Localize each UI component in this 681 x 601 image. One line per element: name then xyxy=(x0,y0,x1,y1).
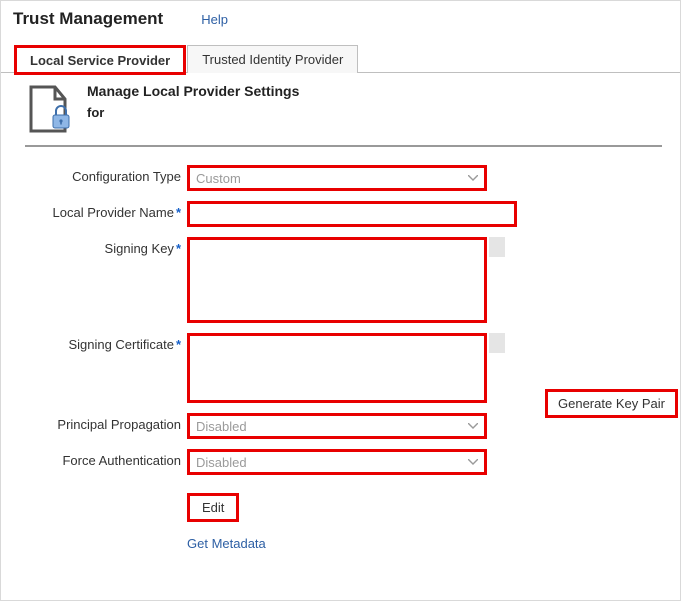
chevron-down-icon xyxy=(468,459,478,465)
label-local-provider-name: Local Provider Name* xyxy=(25,201,187,220)
trust-management-page: Trust Management Help Local Service Prov… xyxy=(0,0,681,601)
row-local-provider-name: Local Provider Name* xyxy=(25,201,662,227)
required-marker: * xyxy=(176,205,181,220)
chevron-down-icon xyxy=(468,423,478,429)
principal-propagation-select[interactable]: Disabled xyxy=(187,413,487,439)
tab-local-service-provider[interactable]: Local Service Provider xyxy=(15,46,185,74)
select-value: Custom xyxy=(196,171,241,186)
page-header: Trust Management Help xyxy=(1,1,680,43)
form-actions: Edit Get Metadata xyxy=(187,493,662,551)
scrollbar-stub xyxy=(489,333,505,353)
section-divider xyxy=(25,145,662,147)
tab-trusted-identity-provider[interactable]: Trusted Identity Provider xyxy=(187,45,358,73)
section-title: Manage Local Provider Settings xyxy=(87,83,299,99)
select-value: Disabled xyxy=(196,419,247,434)
signing-certificate-textarea[interactable] xyxy=(187,333,487,403)
label-configuration-type: Configuration Type xyxy=(25,165,187,184)
required-marker: * xyxy=(176,241,181,256)
row-signing-key: Signing Key* xyxy=(25,237,662,323)
row-configuration-type: Configuration Type Custom xyxy=(25,165,662,191)
edit-button[interactable]: Edit xyxy=(187,493,239,522)
select-value: Disabled xyxy=(196,455,247,470)
configuration-type-select[interactable]: Custom xyxy=(187,165,487,191)
label-signing-certificate: Signing Certificate* xyxy=(25,333,187,352)
required-marker: * xyxy=(176,337,181,352)
help-link[interactable]: Help xyxy=(201,12,228,27)
section-header: Manage Local Provider Settings for xyxy=(25,83,662,135)
chevron-down-icon xyxy=(468,175,478,181)
generate-key-pair-button[interactable]: Generate Key Pair xyxy=(545,389,678,418)
get-metadata-link[interactable]: Get Metadata xyxy=(187,536,662,551)
page-title: Trust Management xyxy=(13,9,163,29)
tab-label: Trusted Identity Provider xyxy=(202,52,343,67)
section-subtitle: for xyxy=(87,105,299,120)
scrollbar-stub xyxy=(489,237,505,257)
section-titles: Manage Local Provider Settings for xyxy=(87,83,299,120)
tab-label: Local Service Provider xyxy=(30,53,170,68)
signing-key-textarea[interactable] xyxy=(187,237,487,323)
label-principal-propagation: Principal Propagation xyxy=(25,413,187,432)
tab-bar: Local Service Provider Trusted Identity … xyxy=(1,43,680,73)
label-force-authentication: Force Authentication xyxy=(25,449,187,468)
row-force-authentication: Force Authentication Disabled xyxy=(25,449,662,475)
tab-content: Manage Local Provider Settings for Confi… xyxy=(1,73,680,551)
document-lock-icon xyxy=(25,83,73,135)
row-signing-certificate: Signing Certificate* Generate Key Pair xyxy=(25,333,662,403)
force-authentication-select[interactable]: Disabled xyxy=(187,449,487,475)
local-provider-name-input[interactable] xyxy=(187,201,517,227)
label-signing-key: Signing Key* xyxy=(25,237,187,256)
